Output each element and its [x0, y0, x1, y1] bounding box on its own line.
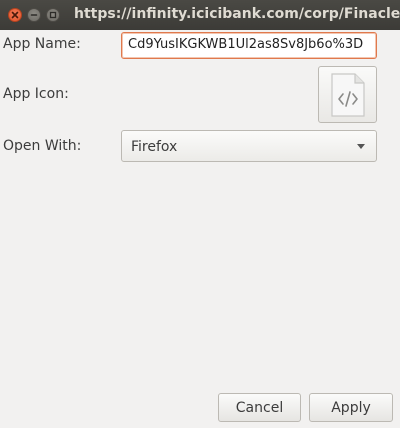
cancel-button[interactable]: Cancel	[218, 393, 301, 422]
app-icon-button[interactable]	[318, 66, 377, 123]
title-bar[interactable]: https://infinity.icicibank.com/corp/Fina…	[0, 0, 400, 30]
maximize-icon	[49, 11, 57, 19]
apply-button[interactable]: Apply	[309, 393, 393, 422]
open-with-select[interactable]: Firefox	[121, 130, 377, 162]
window-title: https://infinity.icicibank.com/corp/Fina…	[74, 6, 400, 22]
dropdown-arrow-icon	[357, 144, 365, 149]
window-maximize-button[interactable]	[46, 8, 60, 22]
app-name-value: Cd9YusIKGKWB1Ul2as8Sv8Jb6o%3D	[128, 37, 364, 52]
open-with-value: Firefox	[131, 139, 178, 155]
app-name-input[interactable]: Cd9YusIKGKWB1Ul2as8Sv8Jb6o%3D	[121, 32, 377, 59]
app-name-label: App Name:	[3, 36, 81, 52]
open-with-label: Open With:	[3, 138, 82, 154]
window-minimize-button[interactable]	[27, 8, 41, 22]
code-file-icon	[330, 72, 365, 117]
app-icon-label: App Icon:	[3, 86, 69, 102]
close-icon	[11, 11, 19, 19]
app-dialog-window: https://infinity.icicibank.com/corp/Fina…	[0, 0, 400, 428]
window-close-button[interactable]	[8, 8, 22, 22]
minimize-icon	[30, 14, 38, 16]
